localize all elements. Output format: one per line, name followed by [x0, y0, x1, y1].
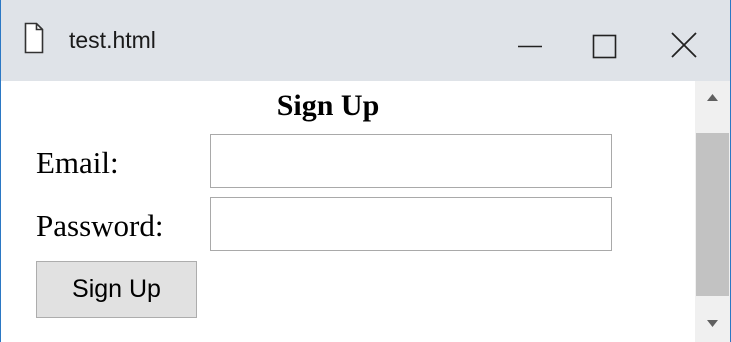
close-icon	[671, 32, 697, 58]
scroll-up-button[interactable]	[695, 81, 730, 126]
scroll-down-arrow-icon	[707, 320, 718, 327]
close-button[interactable]	[649, 0, 725, 81]
scroll-down-button[interactable]	[695, 307, 730, 342]
scroll-up-arrow-icon	[707, 94, 718, 101]
title-bar[interactable]: test.html	[1, 0, 730, 81]
vertical-scrollbar[interactable]	[695, 81, 730, 342]
email-field[interactable]	[210, 134, 612, 188]
maximize-icon	[592, 34, 617, 59]
page-title: Sign Up	[276, 89, 380, 122]
scroll-thumb[interactable]	[696, 133, 729, 296]
minimize-icon	[518, 45, 542, 48]
email-label: Email:	[36, 145, 119, 180]
password-field[interactable]	[210, 197, 612, 251]
maximize-button[interactable]	[563, 0, 639, 81]
minimize-button[interactable]	[487, 0, 563, 81]
password-label: Password:	[36, 208, 164, 243]
page-content: Sign Up Email: Password: Sign Up	[1, 81, 695, 342]
sign-up-button[interactable]: Sign Up	[36, 261, 197, 318]
window-title: test.html	[69, 27, 156, 53]
browser-window: test.html Sign Up Email: Password: Sign …	[0, 0, 731, 342]
page-icon	[24, 22, 44, 54]
